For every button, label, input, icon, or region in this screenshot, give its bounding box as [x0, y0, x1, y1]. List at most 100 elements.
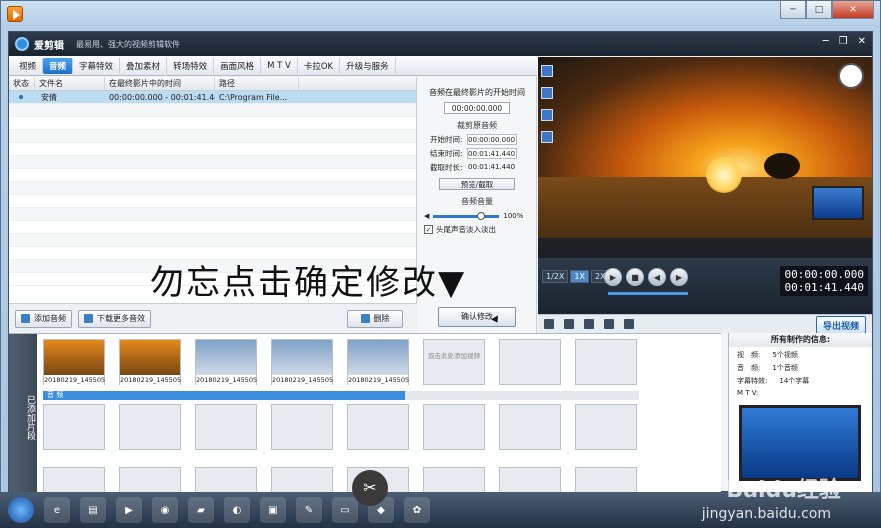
empty-slot[interactable]: [575, 339, 637, 385]
tool-icon[interactable]: ✎: [296, 497, 322, 523]
export-video-button[interactable]: 导出视频: [815, 316, 866, 334]
volume-knob[interactable]: [477, 211, 486, 220]
speed-half[interactable]: 1/2X: [542, 270, 569, 283]
restore-icon[interactable]: ❐: [839, 36, 848, 47]
video-clip[interactable]: 20180219_145505: [347, 339, 409, 385]
play-icon[interactable]: ▶: [604, 268, 622, 286]
desktop-icon: [541, 65, 553, 77]
volume-slider[interactable]: ◀ 100%: [424, 211, 536, 220]
confirm-button[interactable]: 确认修改: [438, 307, 516, 327]
empty-slot[interactable]: [271, 467, 333, 493]
tab-karaoke[interactable]: 卡拉OK: [298, 57, 341, 74]
explorer-icon[interactable]: ▤: [80, 497, 106, 523]
empty-slot[interactable]: [195, 467, 257, 493]
close-button[interactable]: ✕: [832, 1, 874, 19]
add-video-slot[interactable]: 双击此处添加视频: [423, 339, 485, 385]
tab-mtv[interactable]: M T V: [261, 57, 298, 74]
prev-frame-icon[interactable]: ◀: [648, 268, 666, 286]
empty-slot[interactable]: [43, 467, 105, 493]
info-key: 视 频:: [737, 351, 761, 359]
empty-slot[interactable]: [499, 467, 561, 493]
empty-slot[interactable]: [499, 404, 561, 450]
empty-slot[interactable]: [43, 404, 105, 450]
empty-slot[interactable]: [119, 404, 181, 450]
chrome-icon[interactable]: ◉: [152, 497, 178, 523]
time-display: 00:00:00.000 00:01:41.440: [780, 266, 868, 296]
player-controls: 1/2X 1X 2X ▶ ■ ◀ ▶ 00:00:00.000 00:01:41.…: [538, 258, 872, 314]
col-path[interactable]: 路径: [215, 76, 299, 91]
empty-slot[interactable]: [499, 339, 561, 385]
tab-overlay[interactable]: 叠加素材: [120, 57, 168, 74]
monitor-icon[interactable]: ▭: [332, 497, 358, 523]
trash-icon: [360, 314, 370, 323]
empty-slot[interactable]: [271, 404, 333, 450]
window-controls: ─ □ ✕: [780, 1, 874, 19]
volume-section-title: 音频音量: [461, 197, 493, 206]
next-frame-icon[interactable]: ▶: [670, 268, 688, 286]
audio-track[interactable]: 音 频: [43, 391, 639, 400]
duration-label: 截取时长:: [430, 163, 463, 172]
tab-video[interactable]: 视频: [13, 57, 44, 74]
empty-slot[interactable]: [347, 404, 409, 450]
speed-1x[interactable]: 1X: [570, 270, 589, 283]
ie-icon[interactable]: e: [44, 497, 70, 523]
chat-icon[interactable]: ✿: [404, 497, 430, 523]
clip-label: 20180219_145505: [120, 375, 182, 385]
end-time-input[interactable]: 00:01:41.440: [466, 148, 517, 159]
media-icon[interactable]: ▶: [116, 497, 142, 523]
video-clip[interactable]: 20180219_145505: [43, 339, 105, 385]
stop-icon[interactable]: ■: [626, 268, 644, 286]
video-preview[interactable]: [538, 57, 872, 258]
save-icon[interactable]: [584, 319, 594, 329]
laptop-icon: [812, 186, 864, 220]
project-info: 所有制作的信息: 视 频: 5个视频 音 频: 1个音频 字幕特效: 14个字幕 M …: [728, 333, 872, 493]
audio-actions: 添加音频 下载更多音效 删除: [9, 303, 417, 333]
tab-style[interactable]: 画面风格: [214, 57, 262, 74]
tab-transition[interactable]: 转场特效: [167, 57, 215, 74]
start-input[interactable]: 00:00:00.000: [444, 102, 510, 114]
empty-slot[interactable]: [195, 404, 257, 450]
start-icon[interactable]: [8, 497, 34, 523]
annotation-text: 勿忘点击确定修改▼: [150, 263, 467, 303]
minimize-button[interactable]: ─: [780, 1, 806, 19]
tab-subtitle[interactable]: 字幕特效: [73, 57, 121, 74]
table-row-empty: [9, 208, 416, 221]
image-icon[interactable]: [544, 319, 554, 329]
browser-icon[interactable]: ◐: [224, 497, 250, 523]
empty-slot[interactable]: [575, 467, 637, 493]
tab-audio[interactable]: 音频: [43, 57, 74, 74]
fade-option[interactable]: ✓ 头尾声音淡入淡出: [424, 224, 536, 235]
start-time-input[interactable]: 00:00:00.000: [466, 134, 517, 145]
volume-value: 100%: [503, 212, 524, 220]
app-taskbar-icon[interactable]: ▣: [260, 497, 286, 523]
info-row: 视 频: 5个视频: [737, 350, 872, 360]
col-status[interactable]: 状态: [9, 76, 35, 91]
table-row[interactable]: 安倩 00:00:00.000 - 00:01:41.440 C:\Progra…: [9, 91, 416, 104]
maximize-button[interactable]: □: [806, 1, 832, 19]
delete-button[interactable]: 删除: [347, 309, 403, 328]
empty-slot[interactable]: [423, 404, 485, 450]
info-key: M T V:: [737, 389, 759, 397]
col-time[interactable]: 在最终影片中的时间: [105, 76, 215, 91]
col-filename[interactable]: 文件名: [35, 76, 105, 91]
minimize-icon[interactable]: ─: [823, 36, 829, 47]
download-more-button[interactable]: 下载更多音效: [78, 309, 151, 328]
preview-clip-button[interactable]: 预览/截取: [439, 178, 515, 190]
add-audio-button[interactable]: 添加音频: [15, 309, 72, 328]
video-clip[interactable]: 20180219_145505: [195, 339, 257, 385]
scissors-icon[interactable]: ✂: [352, 470, 388, 506]
folder-icon[interactable]: [564, 319, 574, 329]
video-clip[interactable]: 20180219_145505: [271, 339, 333, 385]
table-row-empty: [9, 182, 416, 195]
fade-checkbox[interactable]: ✓: [424, 225, 433, 234]
tab-upgrade[interactable]: 升级与服务: [340, 57, 396, 74]
video-clip[interactable]: 20180219_145505: [119, 339, 181, 385]
empty-slot[interactable]: [119, 467, 181, 493]
close-icon[interactable]: ✕: [858, 36, 866, 47]
empty-slot[interactable]: [575, 404, 637, 450]
help-icon[interactable]: [604, 319, 614, 329]
empty-slot[interactable]: [423, 467, 485, 493]
player-volume-slider[interactable]: [608, 292, 688, 295]
folder-icon[interactable]: ▰: [188, 497, 214, 523]
share-icon[interactable]: [624, 319, 634, 329]
